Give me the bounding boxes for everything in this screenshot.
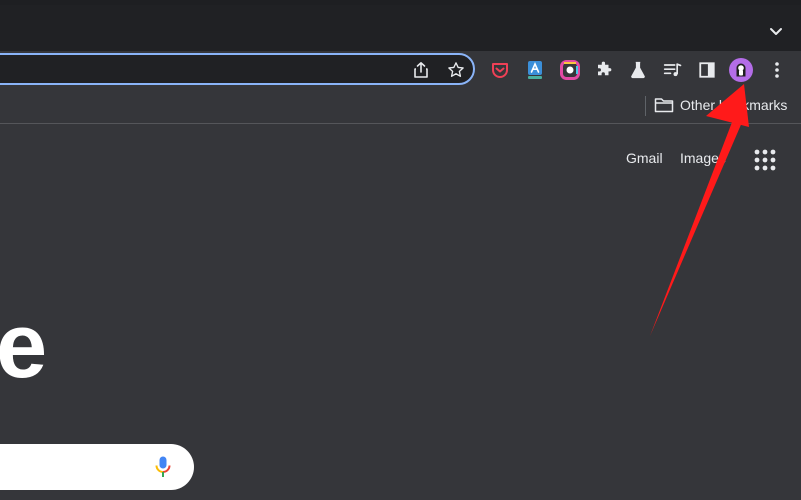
more-menu-button[interactable] <box>764 57 790 83</box>
address-bar[interactable] <box>0 53 475 85</box>
bookmarks-separator <box>645 96 646 116</box>
color-picker-extension-icon <box>560 60 580 80</box>
profile-button[interactable] <box>728 57 754 83</box>
google-apps-button[interactable] <box>752 147 778 173</box>
share-button[interactable] <box>408 57 434 83</box>
bookmark-star-button[interactable] <box>443 57 469 83</box>
color-picker-extension-button[interactable] <box>557 57 583 83</box>
media-queue-icon <box>663 63 682 77</box>
more-menu-icon <box>775 62 779 78</box>
images-link[interactable]: Images <box>680 150 726 166</box>
apps-grid-icon <box>754 149 776 171</box>
star-icon <box>448 62 464 77</box>
other-bookmarks-label: Other bookmarks <box>680 97 788 113</box>
chevron-down-icon <box>770 28 782 35</box>
other-bookmarks-folder[interactable]: Other bookmarks <box>654 93 787 117</box>
flask-icon <box>631 61 645 79</box>
tab-strip <box>0 5 801 51</box>
pocket-icon <box>492 63 508 78</box>
share-icon <box>414 62 428 78</box>
pocket-extension-button[interactable] <box>487 57 513 83</box>
google-logo: e <box>0 295 47 397</box>
labs-button[interactable] <box>625 57 651 83</box>
profile-avatar <box>729 58 753 82</box>
translate-extension-icon <box>528 61 542 79</box>
side-panel-button[interactable] <box>694 57 720 83</box>
media-control-button[interactable] <box>660 57 686 83</box>
voice-search-button[interactable] <box>153 455 173 479</box>
microphone-icon <box>155 456 171 477</box>
tab-search-button[interactable] <box>762 20 790 44</box>
folder-icon <box>654 98 674 113</box>
side-panel-icon <box>699 62 715 78</box>
gmail-link[interactable]: Gmail <box>626 150 663 166</box>
extensions-button[interactable] <box>591 57 617 83</box>
translate-extension-button[interactable] <box>522 57 548 83</box>
puzzle-icon <box>598 61 612 76</box>
